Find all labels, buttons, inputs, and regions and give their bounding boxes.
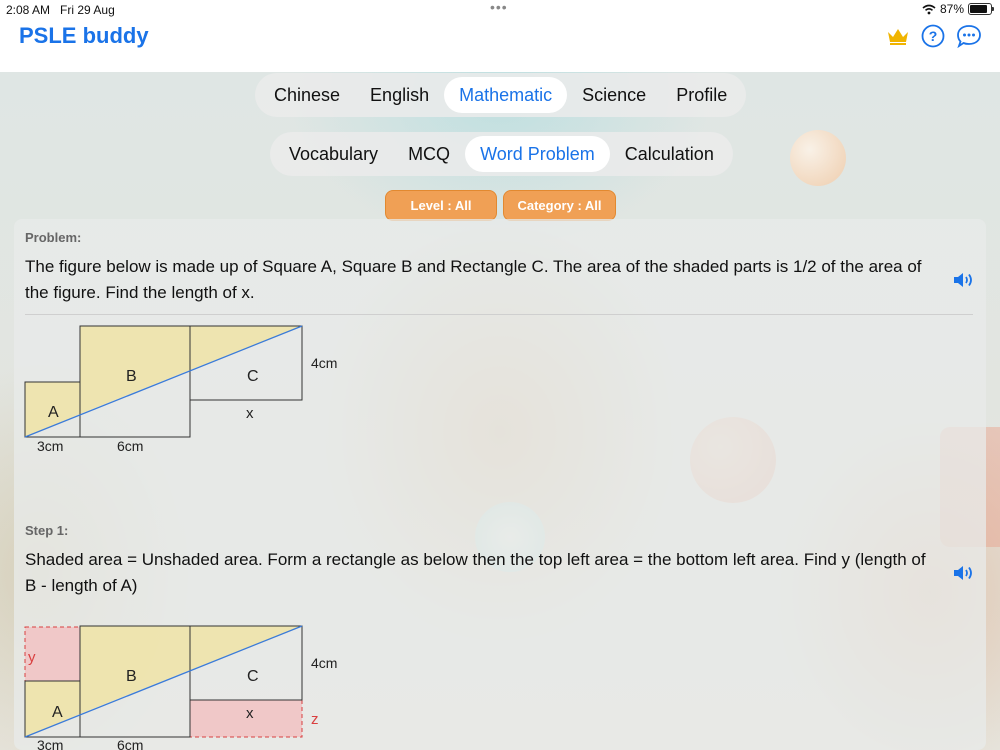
wifi-icon [922,4,936,14]
category-filter-button[interactable]: Category : All [503,190,616,221]
battery-icon [968,3,994,15]
x-label: x [246,405,254,422]
problem-figure: A B C x 4cm 3cm 6cm [24,325,337,454]
tab-chinese[interactable]: Chinese [259,77,355,113]
tab-mathematic[interactable]: Mathematic [444,77,568,113]
step1-speaker-icon[interactable] [952,563,974,583]
step1-text: Shaded area = Unshaded area. Form a rect… [25,550,926,595]
battery-percent: 87% [939,2,964,16]
svg-text:?: ? [929,28,938,44]
step1-figure: y A B C x z 4cm 3cm 6cm [24,625,337,750]
tab-mcq[interactable]: MCQ [393,136,465,172]
base-a-label: 3cm [37,438,63,454]
tab-profile[interactable]: Profile [661,77,742,113]
side-length-label: 4cm [311,355,337,371]
square-b-label: B [126,668,137,685]
square-a-label: A [48,404,59,421]
tab-word-problem[interactable]: Word Problem [465,136,610,172]
side-length-label: 4cm [311,655,337,671]
tab-science[interactable]: Science [567,77,661,113]
status-time: 2:08 AM Fri 29 Aug [6,3,115,17]
z-label: z [311,711,319,728]
status-bar: 2:08 AM Fri 29 Aug ••• 87% [0,0,1000,20]
tab-calculation[interactable]: Calculation [610,136,729,172]
tab-vocabulary[interactable]: Vocabulary [274,136,393,172]
x-label: x [246,705,254,722]
square-a-label: A [52,704,63,721]
problem-speaker-icon[interactable] [952,270,974,290]
chat-icon[interactable] [956,24,981,49]
app-title: PSLE buddy [19,23,149,48]
problem-label: Problem: [25,230,82,245]
level-filter-button[interactable]: Level : All [385,190,497,221]
subject-tabs: Chinese English Mathematic Science Profi… [255,73,747,117]
rectangle-c-label: C [247,368,259,385]
mode-tabs: Vocabulary MCQ Word Problem Calculation [270,132,733,176]
step1-label: Step 1: [25,523,69,538]
multitasking-dots-icon[interactable]: ••• [490,0,508,15]
navigation-bar: PSLE buddy ? [0,20,1000,72]
square-b-label: B [126,368,137,385]
tab-english[interactable]: English [355,77,444,113]
rectangle-c-label: C [247,668,259,685]
crown-icon[interactable] [886,24,910,48]
base-b-label: 6cm [117,438,143,454]
divider [25,314,973,315]
y-label: y [28,649,36,666]
help-icon[interactable]: ? [921,24,945,48]
base-a-label: 3cm [37,737,63,750]
problem-text: The figure below is made up of Square A,… [25,257,922,302]
base-b-label: 6cm [117,737,143,750]
